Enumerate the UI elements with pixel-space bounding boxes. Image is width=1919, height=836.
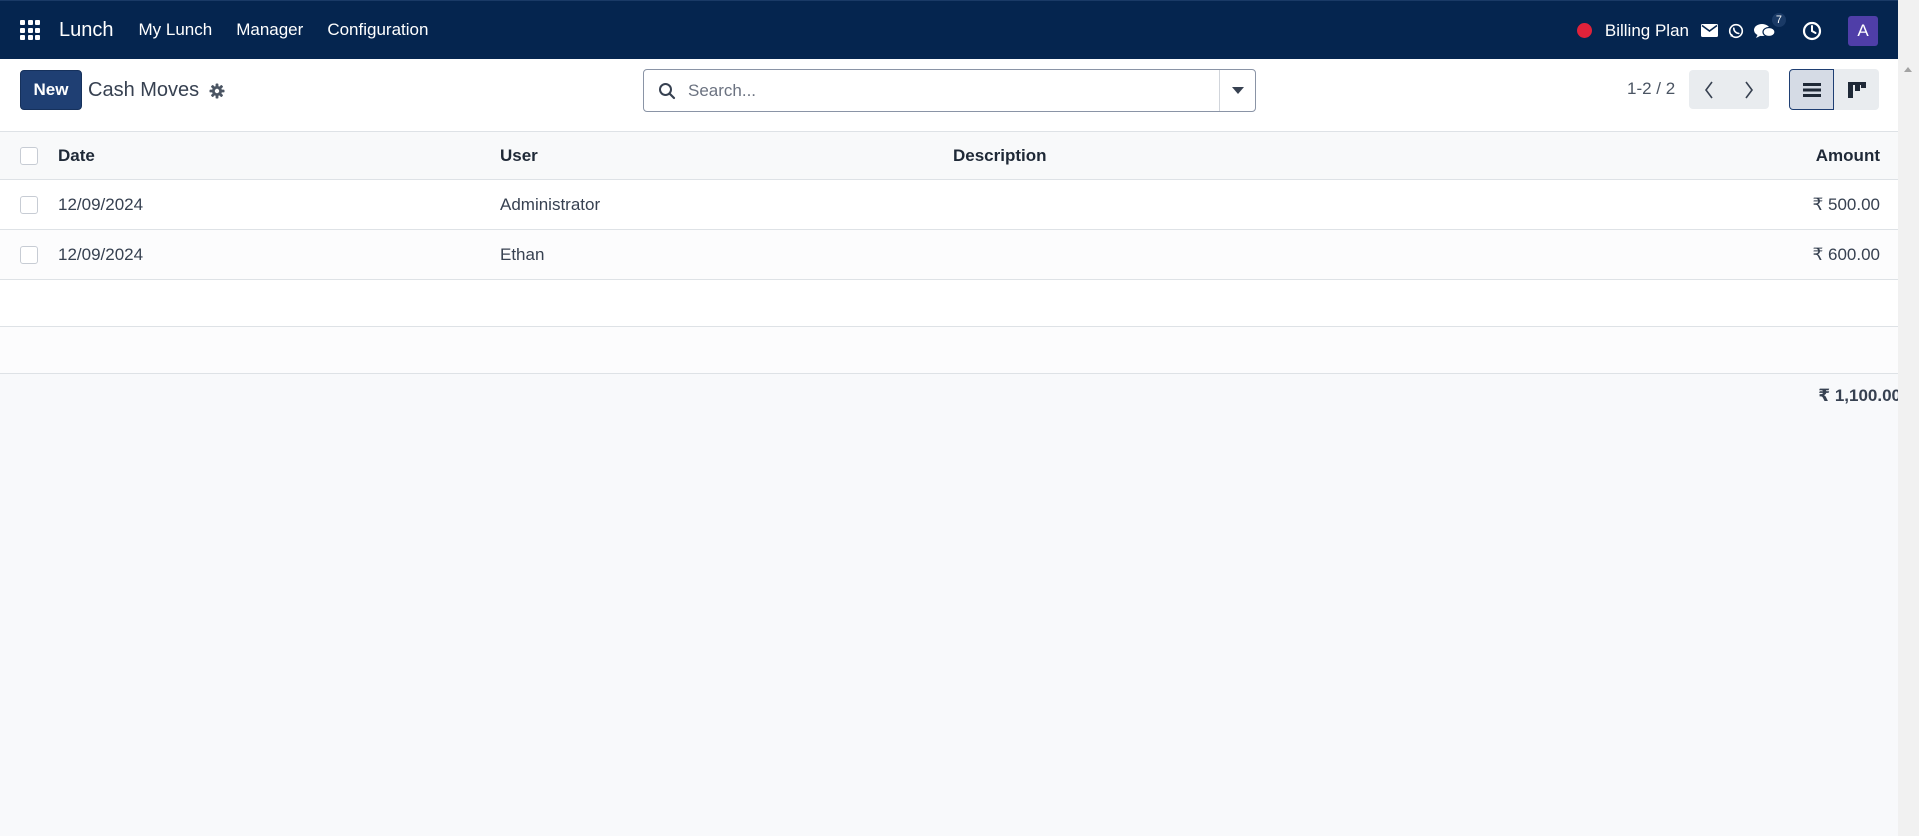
clock-icon[interactable] [1802, 21, 1822, 41]
chat-icon[interactable]: 7 [1754, 12, 1786, 40]
list-view-icon [1802, 82, 1821, 97]
empty-row [0, 280, 1898, 327]
navbar-systray: Billing Plan 7 A [1576, 1, 1898, 60]
pager-next-button[interactable] [1729, 70, 1769, 109]
search-input[interactable] [688, 80, 1219, 101]
gear-icon[interactable] [209, 83, 225, 104]
chevron-left-icon [1705, 81, 1713, 98]
row-checkbox[interactable] [20, 195, 38, 214]
amount-total: ₹ 1,100.00 [1818, 386, 1901, 405]
kanban-view-icon [1847, 81, 1866, 98]
search-bar [643, 69, 1256, 112]
table-header-row: Date User Description Amount [0, 132, 1898, 180]
row-checkbox[interactable] [20, 245, 38, 264]
billing-plan-link[interactable]: Billing Plan [1605, 21, 1689, 41]
page-title: Cash Moves [88, 79, 200, 101]
column-header-description[interactable]: Description [953, 146, 1047, 166]
cell-date: 12/09/2024 [58, 194, 144, 214]
table-row[interactable]: 12/09/2024 Ethan ₹ 600.00 [0, 230, 1898, 280]
user-avatar[interactable]: A [1848, 15, 1878, 46]
table-row[interactable]: 12/09/2024 Administrator ₹ 500.00 [0, 180, 1898, 230]
message-count-badge: 7 [1771, 12, 1786, 27]
app-brand[interactable]: Lunch [59, 19, 114, 42]
search-icon [658, 82, 676, 100]
cell-date: 12/09/2024 [58, 244, 144, 264]
vertical-scrollbar[interactable] [1898, 59, 1919, 836]
new-button[interactable]: New [20, 70, 82, 110]
pager-value[interactable]: 1-2 / 2 [1627, 79, 1675, 99]
kanban-view-button[interactable] [1834, 69, 1879, 110]
column-header-date[interactable]: Date [58, 146, 95, 166]
search-options-toggle[interactable] [1219, 70, 1255, 111]
caret-down-icon [1231, 87, 1244, 94]
pager-previous-button[interactable] [1689, 70, 1729, 109]
menu-configuration[interactable]: Configuration [327, 20, 428, 40]
column-header-amount[interactable]: Amount [1816, 146, 1880, 166]
apps-menu-button[interactable] [0, 1, 60, 60]
scrollbar-top-strip [1898, 0, 1919, 59]
cell-amount: ₹ 500.00 [1812, 194, 1880, 214]
control-panel: New Cash Moves 1-2 / 2 [0, 59, 1898, 132]
cell-amount: ₹ 600.00 [1812, 244, 1880, 264]
whatsapp-icon[interactable] [1728, 23, 1744, 39]
menu-my-lunch[interactable]: My Lunch [139, 20, 213, 40]
cell-user: Ethan [500, 244, 545, 264]
scroll-up-arrow-icon[interactable] [1904, 67, 1912, 72]
top-navbar: Lunch My Lunch Manager Configuration Bil… [0, 0, 1898, 59]
chevron-right-icon [1745, 81, 1753, 98]
cash-moves-table: Date User Description Amount 12/09/2024 … [0, 132, 1898, 374]
list-view-button[interactable] [1789, 69, 1834, 110]
status-dot-icon [1576, 23, 1592, 38]
select-all-checkbox[interactable] [20, 146, 38, 165]
column-header-user[interactable]: User [500, 146, 538, 166]
grid-icon [20, 20, 40, 40]
cell-user: Administrator [500, 194, 601, 214]
empty-row [0, 327, 1898, 374]
envelope-icon[interactable] [1701, 24, 1718, 37]
menu-manager[interactable]: Manager [236, 20, 303, 40]
